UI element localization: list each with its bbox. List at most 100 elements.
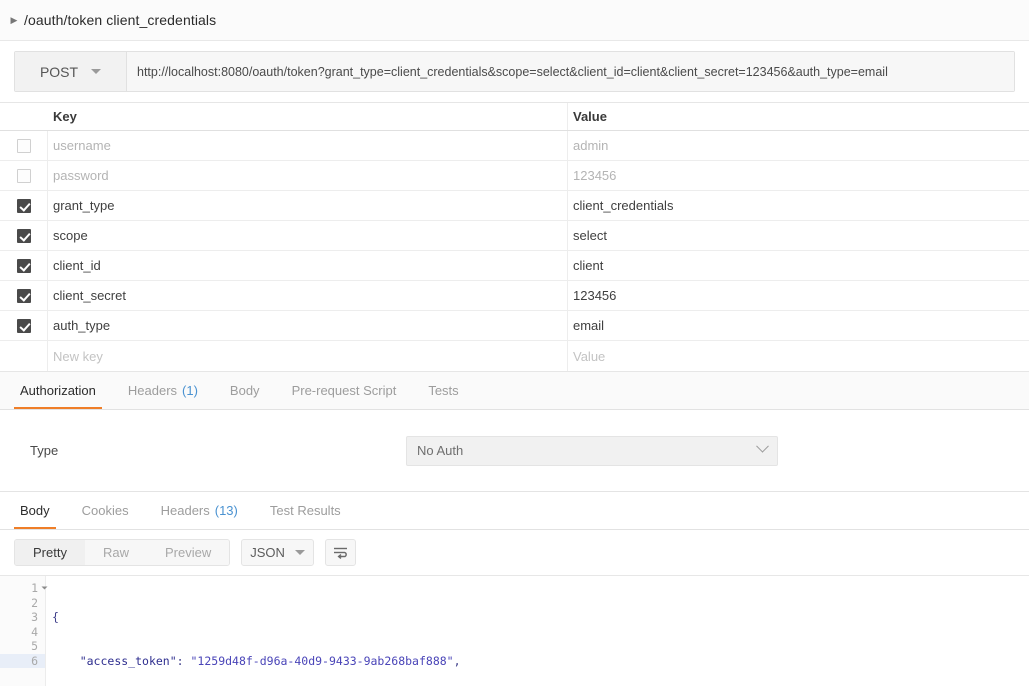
tab-badge: (1) [182,383,198,398]
new-param-key-input[interactable]: New key [48,341,568,371]
chevron-down-icon [91,69,102,74]
authorization-pane: Type No Auth [0,410,1029,492]
column-header-value: Value [573,109,607,124]
line-number: 4 [31,624,38,639]
request-tabs: Authorization Headers (1) Body Pre-reque… [0,372,1029,410]
row-checkbox-cell[interactable] [0,131,48,160]
page-title: /oauth/token client_credentials [24,12,217,28]
param-key[interactable]: client_secret [48,281,568,310]
response-body-viewer: 1 2 3 4 5 6 { "access_token": "1259d48f-… [0,575,1029,686]
tab-response-headers[interactable]: Headers (13) [145,492,254,529]
param-value[interactable]: 123456 [568,281,1029,310]
url-input[interactable]: http://localhost:8080/oauth/token?grant_… [127,52,1014,91]
param-value[interactable]: client_credentials [568,191,1029,220]
param-value[interactable]: 123456 [568,161,1029,190]
tab-badge: (13) [214,503,238,518]
line-number-gutter: 1 2 3 4 5 6 [0,576,48,686]
new-param-value-input[interactable]: Value [568,341,1029,371]
param-enable-checkbox[interactable] [16,198,31,213]
param-key[interactable]: grant_type [48,191,568,220]
table-row: client_secret 123456 [0,281,1029,311]
param-key[interactable]: username [48,131,568,160]
table-row: auth_type email [0,311,1029,341]
table-row: username admin [0,131,1029,161]
tab-label: Pre-request Script [291,383,397,398]
tab-label: Headers [160,503,210,518]
tab-response-body[interactable]: Body [4,492,66,529]
code-line: "access_token": "1259d48f-d96a-40d9-9433… [79,653,461,668]
tab-cookies[interactable]: Cookies [66,492,145,529]
http-method-label: POST [39,63,79,80]
line-number: 6 [0,653,45,668]
response-view-switcher: Pretty Raw Preview [14,539,231,566]
chevron-down-icon [756,439,769,453]
tab-test-results[interactable]: Test Results [254,492,357,529]
line-number: 1 [0,581,48,596]
triangle-right-icon[interactable]: ▶ [6,12,22,28]
param-key[interactable]: password [48,161,568,190]
param-enable-checkbox[interactable] [16,138,31,153]
auth-type-select[interactable]: No Auth [406,435,778,466]
param-enable-checkbox[interactable] [16,258,31,273]
param-enable-checkbox[interactable] [16,168,31,183]
row-checkbox-cell[interactable] [0,251,48,280]
param-value[interactable]: client [568,251,1029,280]
view-raw-button[interactable]: Raw [84,540,147,565]
tab-label: Body [229,383,260,398]
response-tabs: Body Cookies Headers (13) Test Results [0,492,1029,530]
tab-label: Body [20,503,50,518]
tab-body[interactable]: Body [214,372,276,409]
param-enable-checkbox[interactable] [16,318,31,333]
tab-label: Test Results [269,503,341,518]
param-value[interactable]: select [568,221,1029,250]
tab-label: Headers [127,383,178,398]
tab-label: Tests [428,383,459,398]
json-code[interactable]: { "access_token": "1259d48f-d96a-40d9-94… [46,576,1029,686]
param-enable-checkbox[interactable] [16,288,31,303]
param-value[interactable]: admin [568,131,1029,160]
tab-authorization[interactable]: Authorization [4,372,112,409]
row-checkbox-cell[interactable] [0,281,48,310]
word-wrap-icon [334,547,348,559]
header-checkbox-cell [0,103,48,130]
params-table: Key Value username admin password 123456… [0,102,1029,372]
view-pretty-button[interactable]: Pretty [15,540,85,565]
table-row: grant_type client_credentials [0,191,1029,221]
line-number: 2 [31,595,38,610]
tab-label: Authorization [20,383,96,398]
url-bar: POST http://localhost:8080/oauth/token?g… [14,51,1015,92]
params-table-header: Key Value [0,103,1029,131]
code-line: { [52,610,59,624]
fold-arrow-icon[interactable] [41,586,48,590]
http-method-selector[interactable]: POST [15,52,127,91]
tab-tests[interactable]: Tests [412,372,474,409]
param-enable-checkbox[interactable] [16,228,31,243]
column-header-key: Key [48,103,568,130]
response-format-select[interactable]: JSON [241,539,315,566]
chevron-down-icon [295,550,306,555]
line-number: 3 [31,610,38,624]
new-param-row: New key Value [0,341,1029,371]
request-title-bar: ▶ /oauth/token client_credentials [0,0,1029,41]
row-checkbox-cell[interactable] [0,311,48,340]
line-number: 5 [31,639,38,653]
row-checkbox-cell[interactable] [0,221,48,250]
param-key[interactable]: auth_type [48,311,568,340]
view-preview-button[interactable]: Preview [146,540,230,565]
tab-pre-request-script[interactable]: Pre-request Script [276,372,413,409]
response-format-value: JSON [250,545,285,560]
word-wrap-button[interactable] [325,539,357,566]
row-checkbox-cell[interactable] [0,161,48,190]
table-row: password 123456 [0,161,1029,191]
tab-label: Cookies [81,503,129,518]
row-checkbox-cell[interactable] [0,191,48,220]
table-row: client_id client [0,251,1029,281]
tab-headers[interactable]: Headers (1) [112,372,214,409]
auth-type-value: No Auth [417,443,464,458]
param-value[interactable]: email [568,311,1029,340]
response-toolbar: Pretty Raw Preview JSON [0,530,1029,575]
new-row-checkbox-cell [0,341,48,371]
auth-type-label: Type [30,443,59,458]
param-key[interactable]: client_id [48,251,568,280]
param-key[interactable]: scope [48,221,568,250]
